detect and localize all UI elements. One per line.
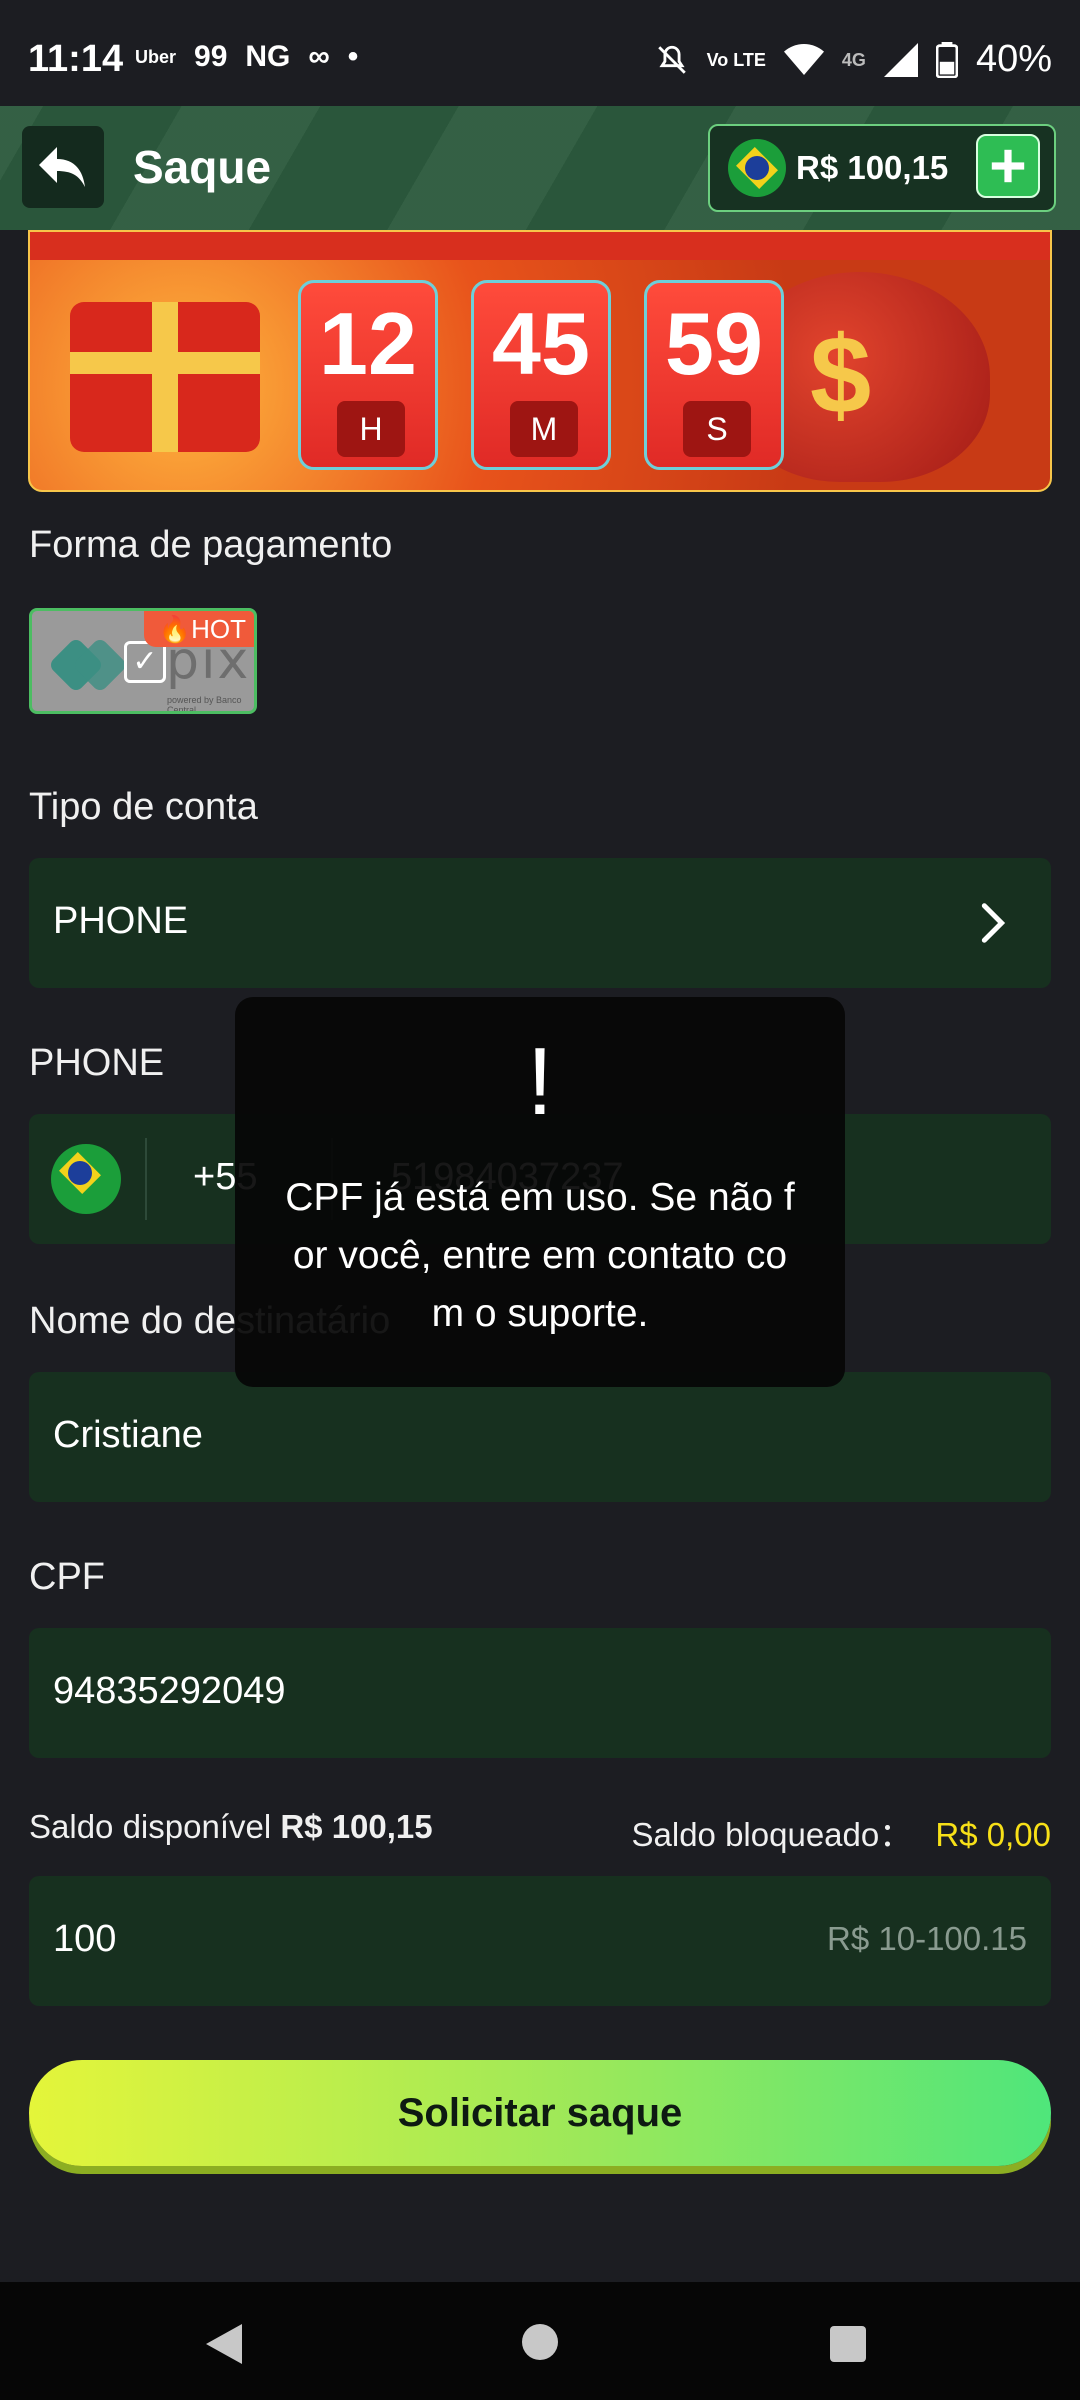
- banner-top-strip: [30, 232, 1050, 260]
- countdown-seconds: 59 S: [644, 280, 784, 470]
- nav-recents-icon[interactable]: [830, 2326, 866, 2362]
- countdown-seconds-unit: S: [683, 401, 751, 457]
- blocked-balance-label: Saldo bloqueado：: [631, 1816, 913, 1853]
- nav-home-icon[interactable]: [522, 2324, 558, 2360]
- wifi-icon: [783, 43, 824, 75]
- available-balance-label: Saldo disponível: [29, 1808, 272, 1845]
- hot-badge-label: HOT: [191, 614, 246, 644]
- promo-banner[interactable]: $ 12 H 45 M 59 S: [28, 230, 1052, 492]
- link-app-icon: ∞: [308, 40, 330, 73]
- system-icons: Vo LTE 4G 40%: [655, 38, 1052, 81]
- 99-app-icon: 99: [194, 40, 228, 73]
- available-balance: Saldo disponível R$ 100,15: [29, 1808, 433, 1846]
- status-bar: 11:14 Uber 99 NG ∞ • Vo LTE 4G 40%: [0, 0, 1080, 106]
- countdown-hours-unit: H: [337, 401, 405, 457]
- notification-icons: Uber 99 NG ∞ •: [135, 40, 358, 74]
- amount-field[interactable]: 100 R$ 10-100.15: [29, 1876, 1051, 2006]
- fire-icon: 🔥: [158, 614, 192, 644]
- volte-icon: Vo LTE: [706, 49, 766, 70]
- phone-label: PHONE: [29, 1042, 165, 1084]
- exclamation-icon: !: [526, 1028, 554, 1135]
- account-type-value: PHONE: [53, 900, 189, 942]
- countdown-seconds-value: 59: [665, 294, 763, 393]
- pix-logo-subtext: powered by Banco Central: [167, 695, 242, 714]
- app-header: Saque R$ 100,15: [0, 106, 1080, 230]
- countdown-minutes-value: 45: [492, 294, 590, 393]
- back-arrow-icon: [39, 147, 85, 187]
- deposit-plus-button[interactable]: [976, 134, 1040, 198]
- cpf-field[interactable]: 94835292049: [29, 1628, 1051, 1758]
- uber-app-icon: Uber: [135, 46, 177, 67]
- toast-message: CPF já está em uso. Se não for você, ent…: [285, 1176, 795, 1335]
- cpf-label: CPF: [29, 1556, 105, 1598]
- battery-icon: [935, 41, 958, 78]
- chevron-right-icon: [981, 903, 1006, 943]
- countdown-minutes: 45 M: [471, 280, 611, 470]
- blocked-balance: Saldo bloqueado： R$ 0,00: [632, 1808, 1052, 1856]
- available-balance-value: R$ 100,15: [280, 1808, 433, 1845]
- request-withdrawal-button[interactable]: Solicitar saque: [29, 2060, 1051, 2166]
- battery-percent: 40%: [975, 38, 1052, 80]
- signal-icon: [883, 42, 918, 77]
- plus-icon: [991, 149, 1025, 183]
- dot-icon: •: [347, 40, 359, 73]
- amount-value: 100: [53, 1918, 117, 1960]
- recipient-name-field[interactable]: Cristiane: [29, 1372, 1051, 1502]
- pix-payment-option[interactable]: ✓ pix powered by Banco Central 🔥HOT: [29, 608, 257, 714]
- gift-box-image: [70, 302, 260, 452]
- network-type-label: 4G: [841, 49, 866, 70]
- mute-icon: [657, 45, 686, 74]
- nav-back-icon[interactable]: [206, 2324, 242, 2364]
- back-button[interactable]: [22, 126, 104, 208]
- brazil-flag-icon: [51, 1144, 121, 1214]
- blocked-balance-value: R$ 0,00: [935, 1816, 1051, 1853]
- brazil-flag-icon: [728, 139, 786, 197]
- account-type-label: Tipo de conta: [29, 786, 258, 828]
- account-type-select[interactable]: PHONE: [29, 858, 1051, 988]
- error-toast: ! CPF já está em uso. Se não for você, e…: [235, 997, 845, 1387]
- payment-method-label: Forma de pagamento: [29, 524, 393, 566]
- countdown-hours: 12 H: [298, 280, 438, 470]
- countdown-minutes-unit: M: [510, 401, 578, 457]
- hot-badge: 🔥HOT: [144, 611, 254, 647]
- status-time: 11:14: [28, 38, 124, 80]
- system-nav-bar: [0, 2282, 1080, 2400]
- countdown-hours-value: 12: [319, 294, 417, 393]
- page-title: Saque: [133, 141, 272, 193]
- header-balance[interactable]: R$ 100,15: [708, 124, 1056, 212]
- header-balance-amount: R$ 100,15: [796, 149, 949, 186]
- ng-app-icon: NG: [245, 40, 291, 73]
- selected-check-icon: ✓: [124, 641, 166, 683]
- amount-range-hint: R$ 10-100.15: [827, 1920, 1027, 1957]
- recipient-name-value: Cristiane: [53, 1414, 203, 1456]
- phone-divider: [145, 1138, 147, 1220]
- cpf-value: 94835292049: [53, 1670, 286, 1712]
